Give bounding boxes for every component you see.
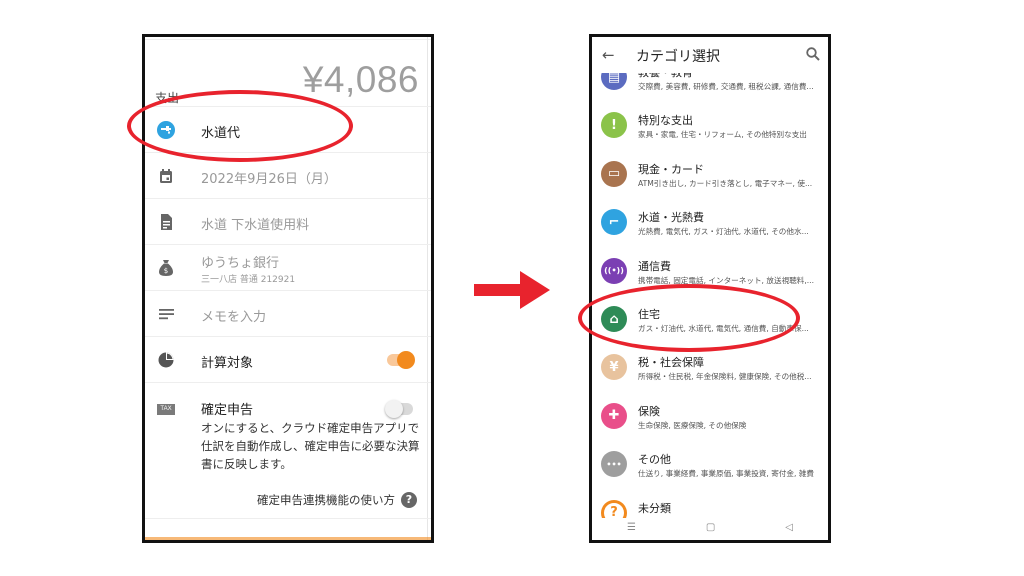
help-icon: ? — [401, 492, 417, 508]
category-item[interactable]: ••• その他仕送り, 事業経費, 事業原価, 事業投資, 寄付金, 雑費 — [592, 442, 828, 490]
book-icon: ▤ — [601, 73, 627, 90]
tax-label: 確定申告 — [201, 403, 254, 418]
exclamation-icon: ! — [601, 112, 627, 139]
account-name: ゆうちょ銀行 — [201, 256, 280, 271]
highlight-ellipse-category — [127, 90, 353, 162]
bottom-button-edge[interactable] — [145, 537, 431, 540]
category-description: 交際費, 美容費, 研修費, 交通費, 租税公課, 通信費... — [638, 82, 814, 91]
calendar-icon — [157, 167, 175, 185]
tax-help-link[interactable]: 確定申告連携機能の使い方 ? — [257, 492, 417, 508]
category-description: 生命保険, 医療保険, その他保険 — [638, 420, 747, 430]
date-value: 2022年9月26日（月） — [201, 172, 337, 187]
tax-description: オンにすると、クラウド確定申告アプリで仕訳を自動作成し、確定申告に必要な決算書に… — [201, 421, 420, 471]
category-description: 所得税・住民税, 年金保険料, 健康保険, その他税... — [638, 372, 812, 382]
amount-value[interactable]: ¥4,086 — [303, 59, 419, 101]
search-icon[interactable] — [806, 47, 820, 61]
category-item[interactable]: ⌐ 水道・光熱費光熱費, 電気代, ガス・灯油代, 水道代, その他水... — [592, 200, 828, 248]
app-bar: ← カテゴリ選択 — [592, 37, 828, 73]
memo-row[interactable]: メモを入力 — [145, 291, 431, 337]
category-description: 光熱費, 電気代, ガス・灯油代, 水道代, その他水... — [638, 227, 809, 237]
page-title: カテゴリ選択 — [636, 49, 720, 65]
category-description: ATM引き出し, カード引き落とし, 電子マネー, 使... — [638, 178, 813, 188]
tax-icon: TAX — [157, 400, 175, 418]
category-item[interactable]: ! 特別な支出家具・家電, 住宅・リフォーム, その他特別な支出 — [592, 103, 828, 151]
category-name: その他 — [638, 453, 671, 467]
category-name: 税・社会保障 — [638, 356, 704, 370]
date-row[interactable]: 2022年9月26日（月） — [145, 153, 431, 199]
tax-icon: ¥ — [601, 354, 627, 381]
document-icon — [157, 213, 175, 231]
category-name: 保険 — [638, 404, 660, 418]
category-name: 現金・カード — [638, 162, 704, 176]
category-item[interactable]: ¥ 税・社会保障所得税・住民税, 年金保険料, 健康保険, その他税... — [592, 345, 828, 393]
money-bag-icon: $ — [157, 259, 175, 277]
account-detail: 三一八店 普通 212921 — [201, 275, 296, 285]
antenna-icon: ((•)) — [601, 257, 627, 284]
highlight-ellipse-housing — [578, 284, 800, 352]
notes-icon — [157, 305, 175, 323]
tax-toggle[interactable] — [385, 400, 413, 418]
category-item[interactable]: ▤ 教養・教育交際費, 美容費, 研修費, 交通費, 租税公課, 通信費... — [592, 73, 828, 103]
category-name: 特別な支出 — [638, 114, 693, 128]
home-icon[interactable]: ▢ — [706, 522, 715, 533]
calc-target-label: 計算対象 — [201, 356, 254, 371]
toggle-knob — [385, 400, 403, 418]
faucet-icon: ⌐ — [601, 209, 627, 236]
category-name: 通信費 — [638, 259, 671, 273]
memo-input[interactable]: メモを入力 — [201, 306, 266, 325]
account-row[interactable]: $ ゆうちょ銀行 三一八店 普通 212921 — [145, 245, 431, 291]
back-arrow-icon[interactable]: ← — [602, 46, 615, 64]
top-divider — [145, 37, 431, 40]
calc-target-toggle[interactable] — [387, 351, 415, 369]
toggle-knob — [397, 351, 415, 369]
nav-back-icon[interactable]: ◁ — [785, 522, 793, 533]
category-item[interactable]: ▭ 現金・カード ATM引き出し, カード引き落とし, 電子マネー, 使... — [592, 152, 828, 200]
recent-apps-icon[interactable]: ☰ — [627, 522, 636, 533]
category-description: 家具・家電, 住宅・リフォーム, その他特別な支出 — [638, 130, 807, 140]
memo-title-row[interactable]: 水道 下水道使用料 — [145, 199, 431, 245]
category-description: 仕送り, 事業経費, 事業原価, 事業投資, 寄付金, 雑費 — [638, 469, 815, 479]
red-arrow-icon — [474, 271, 550, 309]
category-name: 水道・光熱費 — [638, 211, 704, 225]
svg-text:$: $ — [164, 267, 168, 275]
calc-target-row[interactable]: 計算対象 — [145, 337, 431, 383]
help-link-label: 確定申告連携機能の使い方 — [257, 493, 395, 507]
more-icon: ••• — [601, 451, 627, 478]
system-nav-bar: ☰ ▢ ◁ — [592, 514, 828, 540]
category-item[interactable]: ✚ 保険生命保険, 医療保険, その他保険 — [592, 394, 828, 442]
category-name: 教養・教育 — [638, 73, 693, 80]
medical-icon: ✚ — [601, 402, 627, 429]
memo-title-value: 水道 下水道使用料 — [201, 218, 310, 233]
pie-chart-icon — [157, 351, 175, 369]
card-icon: ▭ — [601, 160, 627, 187]
